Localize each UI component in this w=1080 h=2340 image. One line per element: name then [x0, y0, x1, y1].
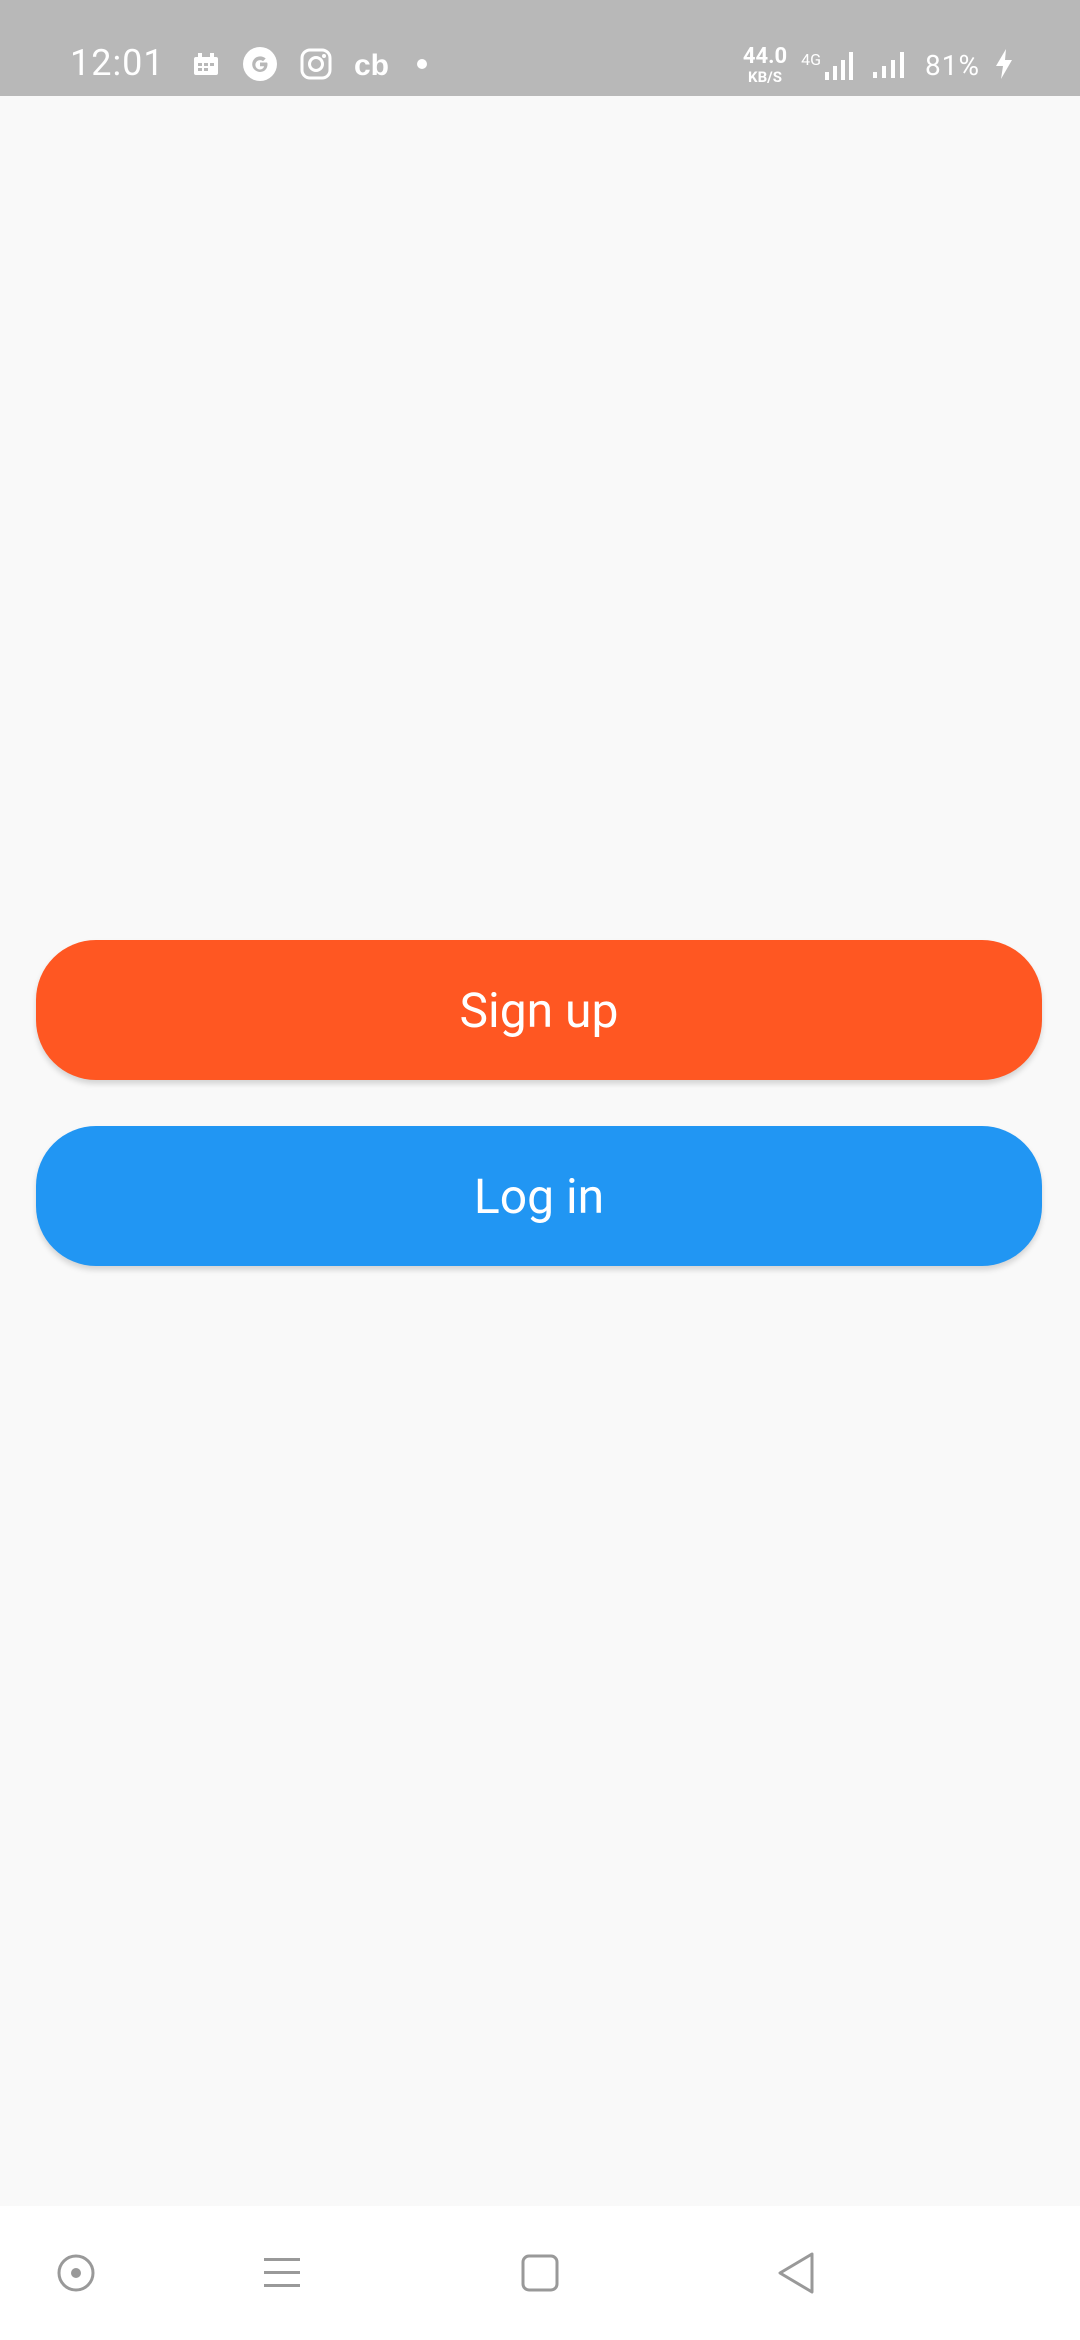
signal-icon: [871, 48, 911, 84]
notification-icons: cb: [192, 46, 428, 82]
cb-icon: cb: [354, 49, 394, 79]
signal-4g-icon: 4G: [801, 50, 857, 82]
network-speed-unit: KB/S: [748, 68, 782, 86]
dot-icon: [416, 58, 428, 70]
status-right: 44.0 KB/S 4G 81%: [743, 46, 1014, 85]
google-icon: [242, 46, 278, 82]
signup-button-label: Sign up: [459, 981, 619, 1039]
network-type-label: 4G: [801, 49, 822, 69]
charging-icon: [994, 48, 1014, 84]
calendar-icon: [192, 51, 220, 77]
home-icon[interactable]: [520, 2253, 560, 2293]
status-bar: 12:01 cb 44.0 KB/S 4G 81%: [0, 0, 1080, 96]
network-speed: 44.0 KB/S: [743, 46, 787, 85]
menu-icon[interactable]: [262, 2256, 302, 2290]
network-speed-value: 44.0: [742, 44, 788, 69]
battery-percentage: 81%: [925, 49, 980, 82]
status-time: 12:01: [70, 42, 165, 84]
back-icon[interactable]: [776, 2251, 816, 2295]
instagram-icon: [300, 48, 332, 80]
login-button-label: Log in: [473, 1167, 605, 1225]
navigation-bar: [0, 2206, 1080, 2340]
assistant-icon[interactable]: [56, 2253, 96, 2293]
svg-text:cb: cb: [354, 49, 389, 79]
login-button[interactable]: Log in: [36, 1126, 1042, 1266]
signup-button[interactable]: Sign up: [36, 940, 1042, 1080]
